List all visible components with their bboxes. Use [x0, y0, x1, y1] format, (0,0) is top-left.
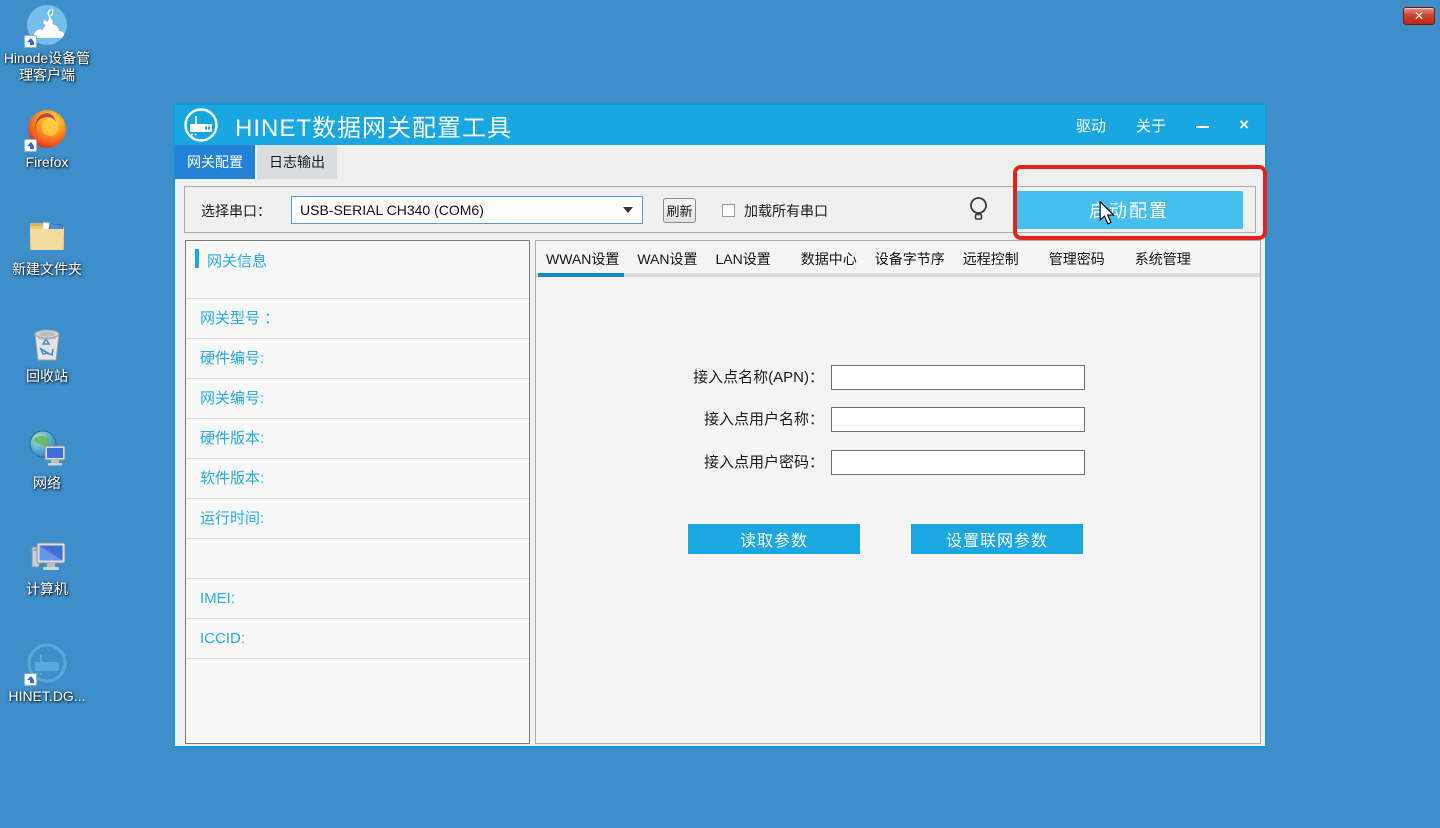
folder-icon [26, 215, 68, 257]
firefox-icon [26, 108, 68, 150]
form-row-username: 接入点用户名称： [536, 407, 1260, 433]
gateway-info-panel: 网关信息 网关型号 ： 硬件编号: 网关编号: 硬件版本: 软件版本: 运行时间… [185, 240, 530, 744]
info-row-uptime: 运行时间: [186, 498, 529, 538]
network-icon [26, 429, 68, 471]
desktop-icon-label: 计算机 [26, 581, 68, 598]
set-network-params-button[interactable]: 设置联网参数 [911, 524, 1083, 554]
serial-port-select[interactable]: USB-SERIAL CH340 (COM6) [291, 196, 643, 224]
desktop-icon-network[interactable]: 网络 [0, 429, 94, 492]
about-menu[interactable]: 关于 [1136, 115, 1166, 136]
hinode-client-icon [26, 4, 68, 46]
tab-byte-order[interactable]: 设备字节序 [866, 249, 954, 271]
active-tab-indicator [538, 273, 624, 277]
lightbulb-icon[interactable] [968, 196, 989, 223]
desktop-icon-label: Hinode设备管理客户端 [1, 50, 93, 84]
tab-wan-settings[interactable]: WAN设置 [628, 249, 706, 271]
tab-lan-settings[interactable]: LAN设置 [707, 249, 780, 271]
mouse-cursor [1096, 201, 1118, 225]
settings-panel: WWAN设置 WAN设置 LAN设置 数据中心 设备字节序 远程控制 管理密码 … [535, 240, 1261, 744]
load-all-ports-checkbox[interactable] [722, 204, 735, 217]
section-marker [195, 249, 199, 268]
tab-gateway-config[interactable]: 网关配置 [175, 145, 255, 179]
desktop-icon-label: HINET.DG... [8, 688, 85, 705]
tab-remote-control[interactable]: 远程控制 [954, 249, 1028, 271]
desktop-icon-hinode[interactable]: Hinode设备管理客户端 [0, 4, 94, 84]
desktop-icon-label: 回收站 [26, 368, 68, 385]
tab-log-output[interactable]: 日志输出 [257, 145, 337, 179]
shortcut-arrow-icon [24, 139, 37, 152]
gateway-info-header: 网关信息 [186, 241, 529, 298]
apn-password-input[interactable] [831, 450, 1085, 475]
settings-tab-bar: WWAN设置 WAN设置 LAN设置 数据中心 设备字节序 远程控制 管理密码 … [536, 241, 1260, 271]
apn-input[interactable] [831, 365, 1085, 390]
form-row-password: 接入点用户密码： [536, 450, 1260, 476]
hinet-dg-icon [26, 642, 68, 684]
desktop-icon-hinet-dg[interactable]: HINET.DG... [0, 642, 94, 705]
tab-underline-track [536, 273, 1260, 277]
serial-port-label: 选择串口： [201, 201, 271, 221]
desktop-icon-label: 网络 [33, 475, 61, 492]
desktop-icon-recycle-bin[interactable]: 回收站 [0, 322, 94, 385]
desktop-icon-new-folder[interactable]: 新建文件夹 [0, 215, 94, 278]
desktop-icon-label: Firefox [26, 154, 69, 171]
titlebar: HINET数据网关配置工具 驱动 关于 × [175, 105, 1265, 145]
info-row-imei: IMEI: [186, 578, 529, 618]
app-logo-icon [183, 107, 219, 143]
tab-data-center[interactable]: 数据中心 [792, 249, 866, 271]
serial-port-value: USB-SERIAL CH340 (COM6) [300, 202, 484, 218]
window-close-icon[interactable]: × [1239, 115, 1249, 135]
form-row-apn: 接入点名称(APN)： [536, 365, 1260, 391]
session-close-button[interactable]: ✕ [1403, 7, 1435, 25]
annotation-highlight-rect [1013, 165, 1267, 240]
apn-username-input[interactable] [831, 407, 1085, 432]
desktop-icon-firefox[interactable]: Firefox [0, 108, 94, 171]
tab-admin-password[interactable]: 管理密码 [1040, 249, 1114, 271]
info-row-model: 网关型号 ： [186, 298, 529, 338]
read-params-button[interactable]: 读取参数 [688, 524, 860, 554]
info-row-iccid: ICCID: [186, 618, 529, 658]
computer-icon [26, 535, 68, 577]
tab-system-admin[interactable]: 系统管理 [1126, 249, 1200, 271]
info-row-hw-version: 硬件版本: [186, 418, 529, 458]
shortcut-arrow-icon [24, 673, 37, 686]
tab-wwan-settings[interactable]: WWAN设置 [537, 249, 628, 271]
info-row-sw-version: 软件版本: [186, 458, 529, 498]
info-row-empty [186, 658, 529, 698]
main-tab-bar: 网关配置 日志输出 [175, 145, 339, 179]
desktop-icon-label: 新建文件夹 [12, 261, 82, 278]
window-title: HINET数据网关配置工具 [235, 108, 512, 143]
info-row-hw-number: 硬件编号: [186, 338, 529, 378]
minimize-icon[interactable] [1196, 126, 1209, 128]
info-row-gw-number: 网关编号: [186, 378, 529, 418]
driver-menu[interactable]: 驱动 [1076, 115, 1106, 136]
load-all-ports-label[interactable]: 加载所有串口 [744, 201, 828, 221]
info-row-empty [186, 538, 529, 578]
desktop-icon-computer[interactable]: 计算机 [0, 535, 94, 598]
shortcut-arrow-icon [24, 35, 37, 48]
refresh-button[interactable]: 刷新 [663, 198, 696, 223]
recycle-bin-icon [26, 322, 68, 364]
dropdown-arrow-icon [623, 207, 633, 213]
